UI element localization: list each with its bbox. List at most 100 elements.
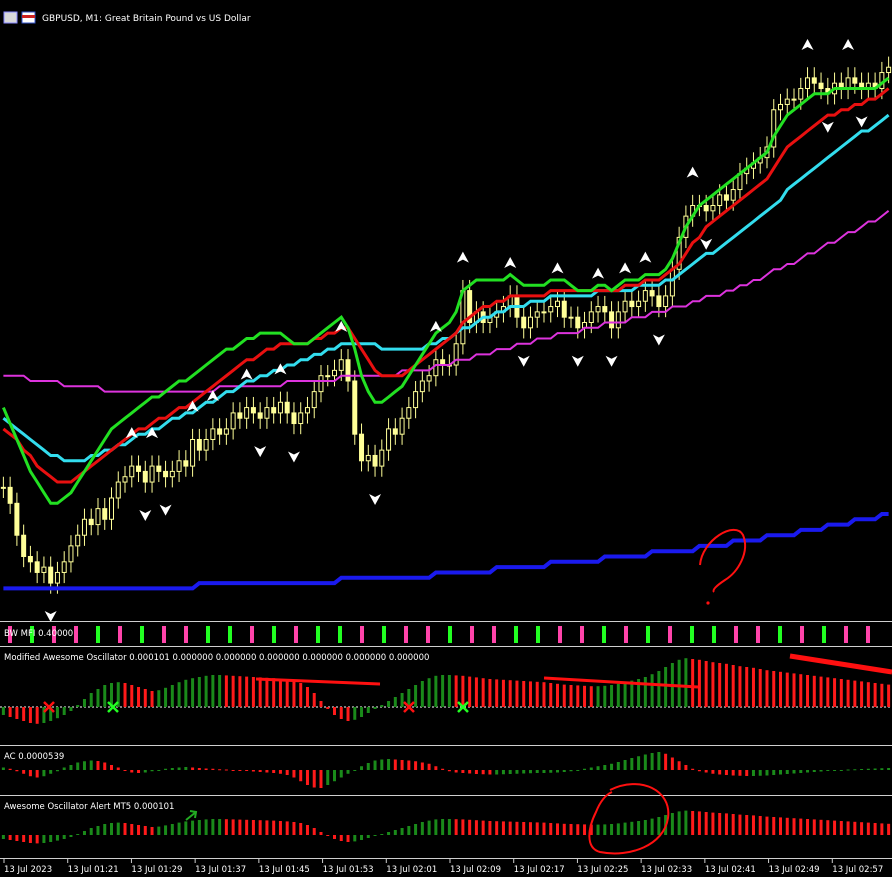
mao-bar xyxy=(76,705,80,707)
mao-bar xyxy=(137,687,141,707)
mao-bar xyxy=(724,663,728,707)
mao-bar xyxy=(28,707,32,723)
ao-alert-bar xyxy=(258,820,262,835)
ac-bar xyxy=(204,768,208,770)
mfi-bar xyxy=(470,626,474,643)
candle-body xyxy=(379,449,385,467)
ao-alert-bar xyxy=(751,815,755,835)
mfi-bar xyxy=(712,626,716,643)
candle-body xyxy=(115,481,121,499)
ac-bar xyxy=(1,767,5,770)
ao-alert-bar xyxy=(718,813,722,835)
candle-body xyxy=(68,545,74,563)
ac-bar xyxy=(427,763,431,770)
ao-alert-bar xyxy=(420,822,424,835)
ac-bar xyxy=(96,761,100,770)
candle-body xyxy=(629,300,635,308)
mao-bar xyxy=(610,685,614,707)
candle-body xyxy=(791,98,797,101)
ac-bar xyxy=(211,768,215,770)
mao-bar xyxy=(441,675,445,707)
ao-alert-bar xyxy=(305,825,309,835)
mao-bar xyxy=(373,707,377,709)
ao-alert-bar xyxy=(407,826,411,835)
mfi-bar xyxy=(206,626,210,643)
time-tick-label: 13 Jul 01:37 xyxy=(195,865,246,875)
mao-bar xyxy=(677,659,681,707)
mao-bar xyxy=(62,707,66,715)
ao-alert-bar xyxy=(231,819,235,835)
candle-body xyxy=(325,375,331,378)
ac-bar xyxy=(758,770,762,776)
candle-body xyxy=(805,77,811,90)
ac-bar xyxy=(508,770,512,774)
mao-bar xyxy=(535,681,539,707)
mao-bar xyxy=(339,707,343,719)
ao-alert-bar xyxy=(866,822,870,835)
candle-body xyxy=(271,407,277,414)
time-tick-label: 13 Jul 01:53 xyxy=(323,865,374,875)
mao-bar xyxy=(414,685,418,707)
candle-body xyxy=(345,359,351,382)
ao-alert-bar xyxy=(461,819,465,835)
ac-bar xyxy=(319,770,323,788)
ao-alert-bar xyxy=(427,820,431,835)
mao-bar xyxy=(528,681,532,707)
ac-bar xyxy=(360,766,364,770)
ao-alert-bar xyxy=(312,828,316,835)
ac-bar xyxy=(738,770,742,776)
ac-bar xyxy=(751,770,755,776)
candle-body xyxy=(433,359,439,377)
candle-body xyxy=(555,300,560,308)
mao-bar xyxy=(1,707,5,715)
ao-alert-bar xyxy=(562,823,566,835)
ao-alert-bar xyxy=(346,835,350,842)
ao-alert-bar xyxy=(691,811,695,835)
candle-body xyxy=(386,428,392,451)
candle-body xyxy=(311,391,317,409)
ac-bar xyxy=(251,770,255,772)
mao-bar xyxy=(833,678,837,707)
ao-alert-bar xyxy=(535,822,539,835)
ac-bar xyxy=(583,768,587,770)
chart-menu-icon[interactable] xyxy=(3,11,18,24)
mao-bar xyxy=(177,682,181,707)
time-tick-label: 13 Jul 02:09 xyxy=(450,865,501,875)
ac-bar xyxy=(373,760,377,770)
ao-alert-bar xyxy=(157,826,161,835)
mfi-bar xyxy=(822,626,826,643)
ao-alert-bar xyxy=(758,816,762,835)
ac-bar xyxy=(812,770,816,772)
candle-body xyxy=(568,316,574,319)
ac-bar xyxy=(447,770,451,772)
ac-bar xyxy=(860,769,864,770)
ac-bar xyxy=(474,770,478,774)
candle-body xyxy=(413,391,419,409)
candle-body xyxy=(217,428,223,435)
mao-bar xyxy=(819,676,823,707)
ao-alert-bar xyxy=(143,826,147,835)
candle-body xyxy=(818,82,824,89)
ac-bar xyxy=(853,769,857,771)
ac-bar xyxy=(231,770,235,771)
candle-body xyxy=(0,486,6,489)
candle-body xyxy=(81,518,87,536)
mao-bar xyxy=(35,707,39,724)
mao-bar xyxy=(170,685,174,707)
ac-bar xyxy=(441,768,445,770)
ac-bar xyxy=(779,770,782,775)
ao-alert-bar xyxy=(130,824,134,835)
ao-alert-bar xyxy=(447,819,451,835)
ac-bar xyxy=(258,770,262,772)
mfi-bar xyxy=(228,626,232,643)
ac-bar xyxy=(806,770,810,773)
mao-bar xyxy=(711,662,715,707)
candle-body xyxy=(602,306,608,313)
candle-body xyxy=(176,460,182,472)
mao-bar xyxy=(812,675,816,707)
candle-body xyxy=(7,486,13,504)
ac-bar xyxy=(468,770,472,774)
ac-bar xyxy=(522,770,526,774)
ao-alert-bar xyxy=(238,819,242,835)
ao-alert-bar xyxy=(333,835,336,839)
